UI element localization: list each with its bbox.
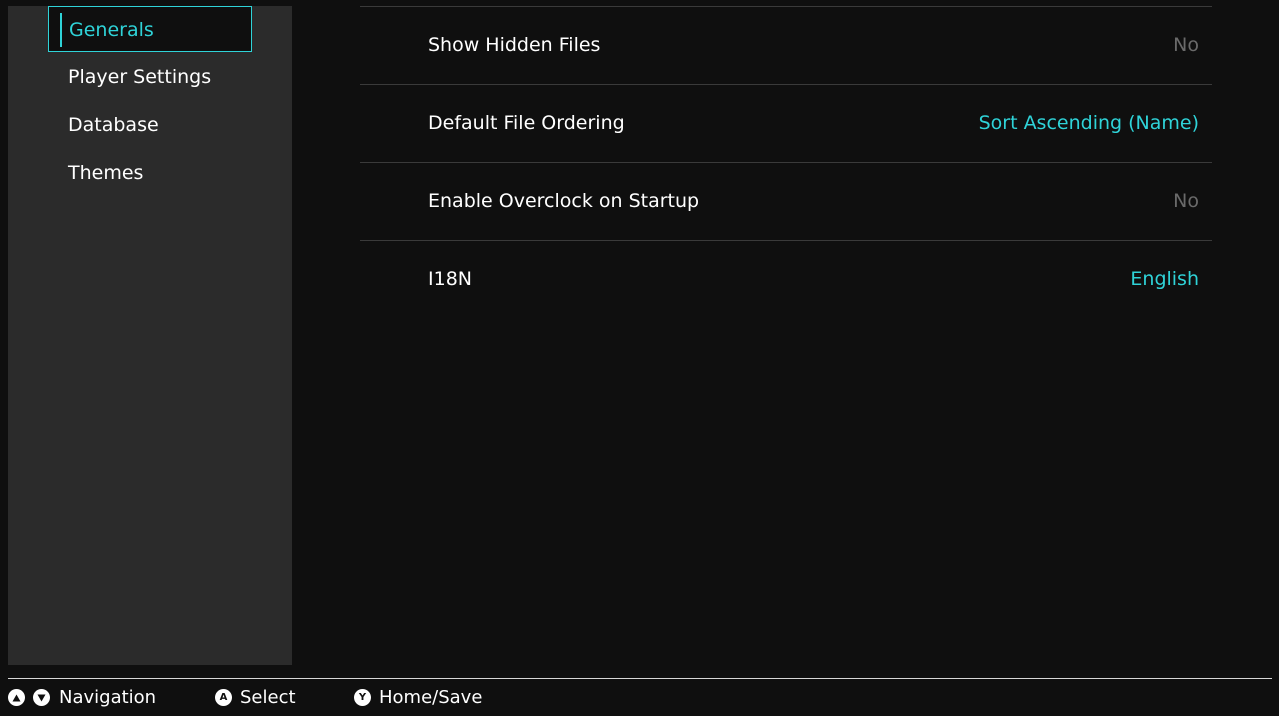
setting-row-default-file-ordering[interactable]: Default File Ordering Sort Ascending (Na… <box>360 85 1212 162</box>
sidebar-item-label: Database <box>68 114 159 136</box>
sidebar-item-database[interactable]: Database <box>48 102 252 148</box>
hint-navigation: Navigation <box>8 679 156 716</box>
sidebar-item-label: Generals <box>69 19 154 41</box>
button-hints-bar: Navigation A Select Y Home/Save <box>8 679 1272 716</box>
sidebar-item-generals[interactable]: Generals <box>48 6 252 52</box>
setting-label: Enable Overclock on Startup <box>428 190 700 212</box>
sidebar-item-themes[interactable]: Themes <box>48 150 252 196</box>
sidebar-item-label: Themes <box>68 162 144 184</box>
setting-row-show-hidden-files[interactable]: Show Hidden Files No <box>360 7 1212 84</box>
setting-label: Default File Ordering <box>428 112 625 134</box>
setting-value: No <box>1173 190 1199 212</box>
a-button-icon: A <box>215 689 232 706</box>
hint-select: A Select <box>215 679 296 716</box>
setting-row-i18n[interactable]: I18N English <box>360 241 1212 318</box>
y-button-icon: Y <box>354 689 371 706</box>
sidebar-item-player-settings[interactable]: Player Settings <box>48 54 252 100</box>
dpad-down-icon <box>33 689 50 706</box>
hint-label: Navigation <box>59 687 157 708</box>
hint-label: Home/Save <box>379 687 483 708</box>
setting-value: No <box>1173 34 1199 56</box>
setting-value: English <box>1130 268 1199 290</box>
settings-list: Show Hidden Files No Default File Orderi… <box>360 6 1212 318</box>
setting-row-enable-overclock[interactable]: Enable Overclock on Startup No <box>360 163 1212 240</box>
settings-screen: Generals Player Settings Database Themes… <box>0 0 1279 716</box>
selection-indicator <box>60 13 62 47</box>
hint-label: Select <box>240 687 296 708</box>
setting-label: Show Hidden Files <box>428 34 601 56</box>
sidebar-item-label: Player Settings <box>68 66 212 88</box>
setting-value: Sort Ascending (Name) <box>978 112 1199 134</box>
setting-label: I18N <box>428 268 472 290</box>
sidebar: Generals Player Settings Database Themes <box>8 6 292 665</box>
hint-home-save: Y Home/Save <box>354 679 482 716</box>
dpad-up-icon <box>8 689 25 706</box>
